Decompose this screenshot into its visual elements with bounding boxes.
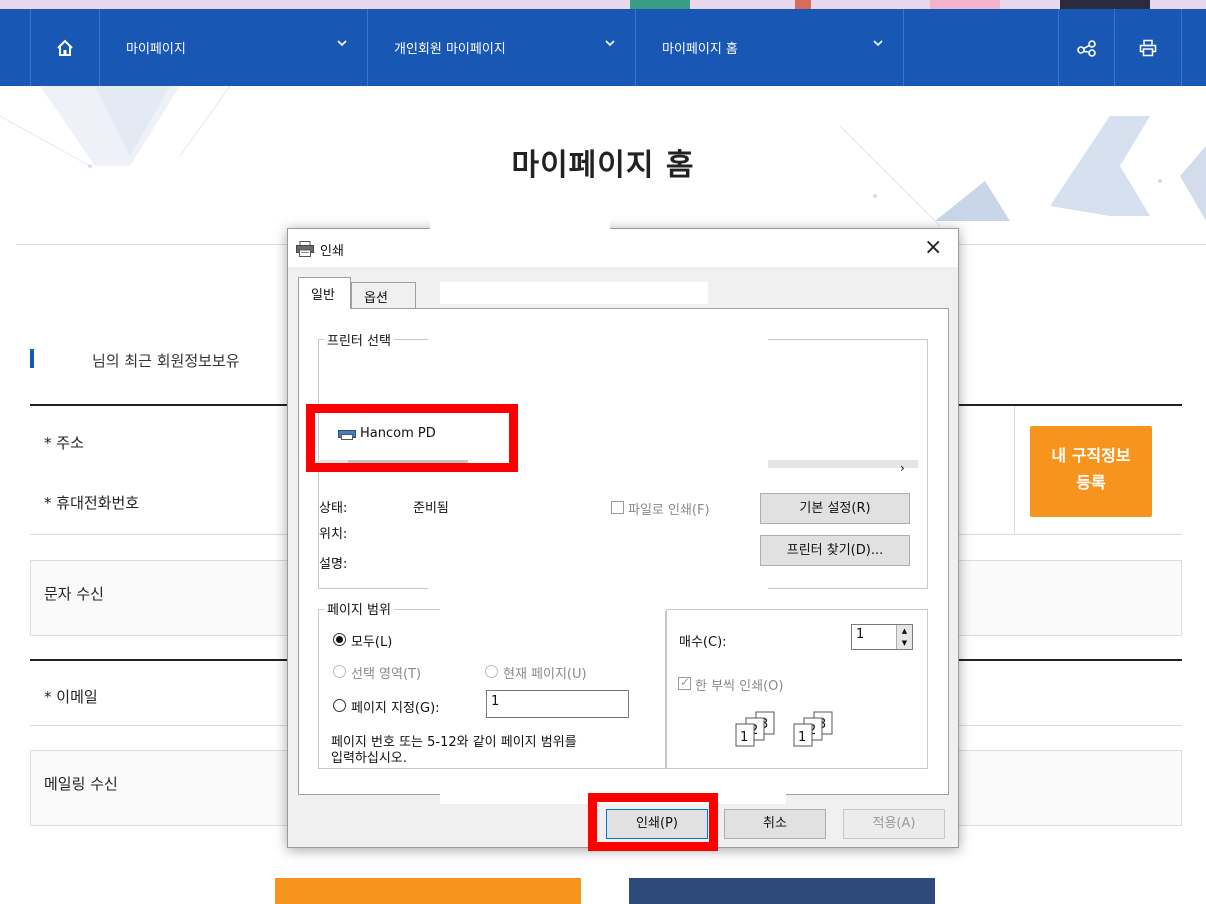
share-button[interactable] (1058, 9, 1115, 86)
range-selection-radio[interactable] (333, 665, 346, 678)
print-dialog: 인쇄 × 일반 옵션 프린터 선택 Hancom PD › 상태: 준비됨 위치… (287, 209, 959, 848)
nav-menu-personal[interactable]: 개인회원 마이페이지 (368, 9, 636, 86)
copies-label: 매수(C): (679, 635, 727, 650)
banner-strip (0, 0, 1206, 9)
redaction-patch (430, 209, 610, 239)
svg-text:1: 1 (740, 730, 748, 745)
page: 마이페이지 개인회원 마이페이지 마이페이지 홈 마이페이지 홈 님의 최근 회… (0, 0, 1206, 904)
chevron-right-icon[interactable]: › (900, 461, 905, 475)
range-current-label: 현재 페이지(U) (503, 667, 587, 682)
chevron-down-icon (873, 40, 883, 47)
comment-label: 설명: (319, 557, 348, 572)
tab-general[interactable]: 일반 (298, 277, 351, 309)
spin-up-icon[interactable]: ▲ (897, 625, 912, 637)
cancel-button[interactable]: 취소 (724, 809, 826, 839)
section-heading: 님의 최근 회원정보보유 (92, 352, 240, 370)
print-to-file-label: 파일로 인쇄(F) (628, 503, 710, 518)
spinner-buttons[interactable]: ▲ ▼ (896, 625, 912, 649)
page-title: 마이페이지 홈 (511, 148, 695, 183)
printer-list-item[interactable]: Hancom PD (338, 426, 436, 441)
redaction-patch (440, 282, 708, 304)
location-label: 위치: (319, 527, 348, 542)
range-current-radio[interactable] (485, 665, 498, 678)
printer-icon (296, 241, 314, 257)
address-label: * 주소 (44, 434, 84, 452)
top-nav: 마이페이지 개인회원 마이페이지 마이페이지 홈 (0, 9, 1206, 86)
range-pages-radio[interactable] (333, 699, 346, 712)
redaction-patch (468, 453, 768, 471)
register-jobinfo-button[interactable]: 내 구직정보 등록 (1030, 426, 1152, 517)
svg-text:1: 1 (798, 730, 806, 745)
bottom-navy-button[interactable] (629, 878, 935, 904)
status-value: 준비됨 (413, 501, 449, 516)
column-divider (1014, 406, 1015, 534)
range-selection-label: 선택 영역(T) (351, 667, 422, 682)
section-marker (30, 349, 34, 368)
register-jobinfo-label-1: 내 구직정보 (1051, 446, 1131, 465)
email-label: * 이메일 (44, 688, 98, 706)
redaction-patch (440, 774, 786, 804)
phone-label: * 휴대전화번호 (44, 494, 140, 512)
range-pages-label: 페이지 지정(G): (351, 701, 440, 716)
share-icon (1076, 39, 1096, 57)
mailing-label: 메일링 수신 (44, 775, 118, 793)
nav-menu-home[interactable]: 마이페이지 홈 (636, 9, 904, 86)
find-printer-button[interactable]: 프린터 찾기(D)... (760, 535, 910, 566)
print-page-button[interactable] (1115, 9, 1182, 86)
printer-group-legend: 프린터 선택 (324, 330, 394, 349)
collate-illustration-icon: 3 2 1 3 2 1 (735, 711, 833, 747)
printer-icon (338, 429, 356, 440)
chevron-down-icon (337, 40, 347, 47)
printer-name: Hancom PD (360, 426, 436, 441)
home-button[interactable] (30, 9, 100, 86)
apply-button[interactable]: 적용(A) (843, 809, 945, 839)
nav-menu-mypage-label: 마이페이지 (126, 42, 186, 57)
print-to-file-checkbox[interactable] (611, 501, 624, 514)
print-icon (1139, 39, 1157, 56)
status-label: 상태: (319, 501, 348, 516)
range-hint-2: 입력하십시오. (331, 751, 407, 766)
close-icon[interactable]: × (924, 235, 942, 260)
home-icon (57, 39, 73, 56)
copies-spinner[interactable]: 1 ▲ ▼ (851, 624, 913, 650)
nav-menu-mypage[interactable]: 마이페이지 (100, 9, 368, 86)
bottom-orange-button[interactable] (275, 878, 581, 904)
nav-menu-personal-label: 개인회원 마이페이지 (394, 42, 506, 57)
dialog-titlebar (288, 229, 958, 267)
copies-value: 1 (856, 627, 865, 642)
tab-options[interactable]: 옵션 (351, 282, 416, 308)
pages-input[interactable]: 1 (486, 690, 629, 718)
sms-label: 문자 수신 (44, 585, 104, 603)
print-button[interactable]: 인쇄(P) (606, 809, 708, 839)
range-all-label: 모두(L) (351, 635, 393, 650)
nav-menu-home-label: 마이페이지 홈 (662, 42, 738, 57)
range-all-radio[interactable] (333, 633, 346, 646)
dialog-title: 인쇄 (320, 244, 344, 259)
spin-down-icon[interactable]: ▼ (897, 637, 912, 649)
chevron-down-icon (605, 40, 615, 47)
collate-checkbox[interactable] (678, 675, 691, 690)
preferences-button[interactable]: 기본 설정(R) (760, 493, 910, 524)
collate-label: 한 부씩 인쇄(O) (695, 679, 784, 694)
register-jobinfo-label-2: 등록 (1076, 473, 1106, 492)
page-range-legend: 페이지 범위 (324, 599, 394, 618)
